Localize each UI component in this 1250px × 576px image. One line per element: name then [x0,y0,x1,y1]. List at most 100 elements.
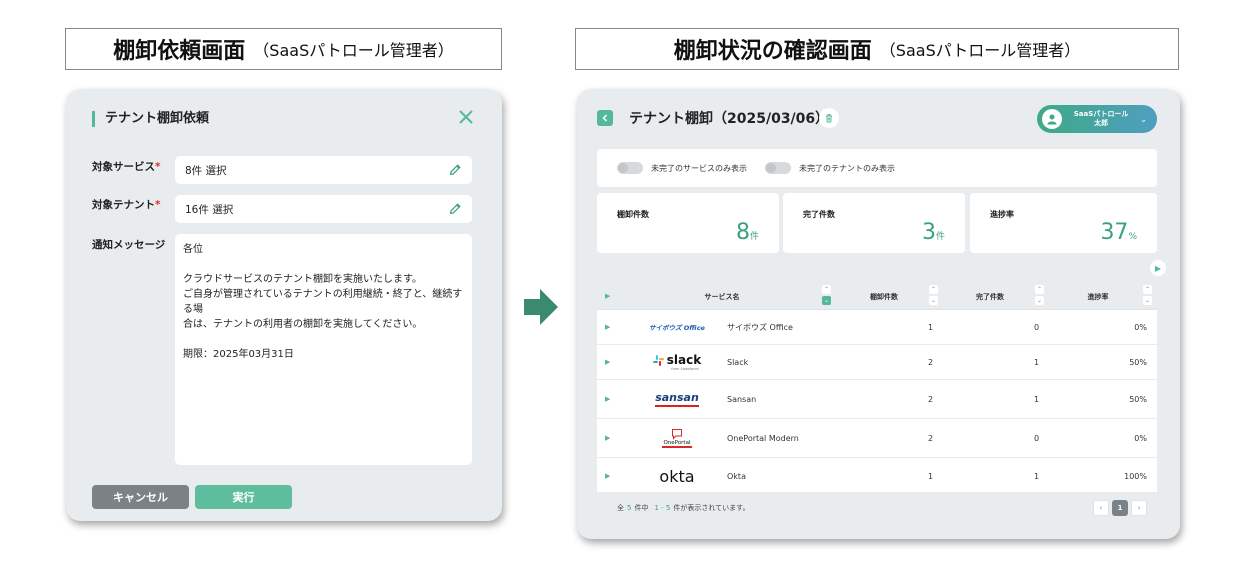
sort-up-icon[interactable]: ⌃ [1143,285,1152,294]
sort-control[interactable]: ⌃ ⌄ [822,285,831,305]
stat-number: 8 [735,220,750,245]
message-line [183,332,464,347]
expand-row-icon[interactable]: ▶ [605,345,610,379]
left-caption-main: 棚卸依頼画面 [113,39,246,64]
user-name-line2: 太郎 [1094,119,1109,127]
service-name: Okta [727,471,746,481]
back-button[interactable] [597,110,613,126]
footer-range: 1 - 5 [654,504,671,512]
chevron-down-icon: ⌄ [1140,114,1147,124]
sort-control[interactable]: ⌃ ⌄ [929,285,938,305]
right-caption-main: 棚卸状況の確認画面 [673,39,872,64]
inventory-count: 1 [928,471,934,481]
inventory-count: 2 [928,357,934,367]
chat-bubble-icon [672,429,682,440]
sort-down-icon[interactable]: ⌄ [1035,296,1044,305]
user-name: SaaSパトロール 太郎 [1062,110,1140,128]
filter-toggles: 未完了のサービスのみ表示 未完了のテナントのみ表示 [597,149,1157,187]
sort-control[interactable]: ⌃ ⌄ [1143,285,1152,305]
page-1-button[interactable]: 1 [1112,500,1128,516]
run-button[interactable]: 実行 [195,485,292,509]
service-name: OnePortal Modern [727,433,799,443]
table-row[interactable]: ▶ サイボウズ Office サイボウズ Office 1 0 0% [597,310,1157,345]
sort-down-icon[interactable]: ⌄ [822,296,831,305]
expand-row-icon[interactable]: ▶ [605,419,610,457]
slack-logo: slack from Salesforce [637,345,717,379]
tenant-select-value: 16件 選択 [185,203,234,216]
inventory-request-modal: テナント棚卸依頼 対象サービス* 8件 選択 対象テナント* 16件 選択 通知… [66,89,502,521]
avatar [1042,109,1062,129]
pencil-icon[interactable] [448,163,462,177]
column-service-name[interactable]: サービス名 [697,292,747,302]
message-line: クラウドサービスのテナント棚卸を実施いたします。 [183,274,422,285]
inventory-count: 2 [928,394,934,404]
chevron-left-icon [602,114,608,122]
inventory-count: 1 [928,322,934,332]
expand-all-icon[interactable]: ▶ [605,292,610,300]
expand-row-icon[interactable]: ▶ [605,310,610,344]
message-line: 期限：2025年03月31日 [183,349,294,360]
user-menu[interactable]: SaaSパトロール 太郎 ⌄ [1037,105,1157,133]
stat-label: 完了件数 [803,210,835,219]
toggle-label: 未完了のテナントのみ表示 [799,163,895,173]
toggle-incomplete-tenants[interactable]: 未完了のテナントのみ表示 [765,162,895,174]
table-row[interactable]: ▶ slack from Salesforce Slack 2 1 50% [597,345,1157,380]
logo-subtext: from Salesforce [671,367,699,371]
right-caption: 棚卸状況の確認画面 （SaaSパトロール管理者） [575,28,1179,70]
service-select-field[interactable]: 8件 選択 [175,156,472,184]
completed-count: 1 [1034,471,1040,481]
message-line: 合は、テナントの利用者の棚卸を実施してください。 [183,319,423,330]
sort-up-icon[interactable]: ⌃ [822,285,831,294]
table-row[interactable]: ▶ okta Okta 1 1 100% [597,458,1157,494]
prev-page-button[interactable]: ‹ [1093,500,1109,516]
close-icon[interactable] [458,109,474,125]
service-label: 対象サービス* [92,161,161,173]
toggle-switch[interactable] [617,162,643,174]
sort-up-icon[interactable]: ⌃ [1035,285,1044,294]
left-caption: 棚卸依頼画面 （SaaSパトロール管理者） [65,28,502,70]
sort-down-icon[interactable]: ⌄ [929,296,938,305]
tenant-label: 対象テナント* [92,199,161,211]
play-icon[interactable]: ▶ [1150,260,1166,276]
cancel-button[interactable]: キャンセル [92,485,189,509]
stat-unit: 件 [749,232,759,242]
expand-row-icon[interactable]: ▶ [605,380,610,418]
table-row[interactable]: ▶ OnePortal OnePortal Modern 2 0 0% [597,419,1157,458]
logo-underline [662,446,692,448]
sort-down-icon[interactable]: ⌄ [1143,296,1152,305]
toggle-label: 未完了のサービスのみ表示 [651,163,747,173]
logo-text: slack [666,353,702,367]
left-caption-sub: （SaaSパトロール管理者） [253,41,454,60]
sort-up-icon[interactable]: ⌃ [929,285,938,294]
oneportal-logo: OnePortal [637,419,717,457]
stat-number: 3 [921,220,936,245]
toggle-incomplete-services[interactable]: 未完了のサービスのみ表示 [617,162,747,174]
logo-underline [655,405,699,407]
completed-count: 1 [1034,394,1040,404]
column-completed-count[interactable]: 完了件数 [965,292,1015,302]
user-name-line1: SaaSパトロール [1073,110,1129,118]
column-inventory-count[interactable]: 棚卸件数 [859,292,909,302]
next-page-button[interactable]: › [1131,500,1147,516]
page-title: テナント棚卸（2025/03/06） [629,111,830,127]
delete-button[interactable] [819,108,839,128]
column-progress-rate[interactable]: 進捗率 [1073,292,1123,302]
stat-value: 3件 [922,220,945,245]
sort-control[interactable]: ⌃ ⌄ [1035,285,1044,305]
message-textarea[interactable]: 各位 クラウドサービスのテナント棚卸を実施いたします。 ご自身が管理されているテ… [175,234,472,465]
service-name: Slack [727,357,749,367]
logo-text: サイボウズ Office [649,324,705,332]
expand-row-icon[interactable]: ▶ [605,458,610,494]
pencil-icon[interactable] [448,202,462,216]
required-mark: * [155,161,161,173]
inventory-status-panel: テナント棚卸（2025/03/06） SaaSパトロール 太郎 ⌄ 未完了のサー… [577,89,1180,539]
logo-text: okta [659,466,695,486]
footer-total: 5 [627,504,632,512]
tenant-select-field[interactable]: 16件 選択 [175,195,472,223]
cybozu-office-logo: サイボウズ Office [637,310,717,344]
table-header: ▶ サービス名 ⌃ ⌄ 棚卸件数 ⌃ ⌄ 完了件数 ⌃ ⌄ 進捗率 ⌃ ⌄ [597,282,1157,310]
table-row[interactable]: ▶ sansan Sansan 2 1 50% [597,380,1157,419]
right-arrow-icon [524,289,558,325]
toggle-switch[interactable] [765,162,791,174]
user-icon [1047,114,1057,125]
